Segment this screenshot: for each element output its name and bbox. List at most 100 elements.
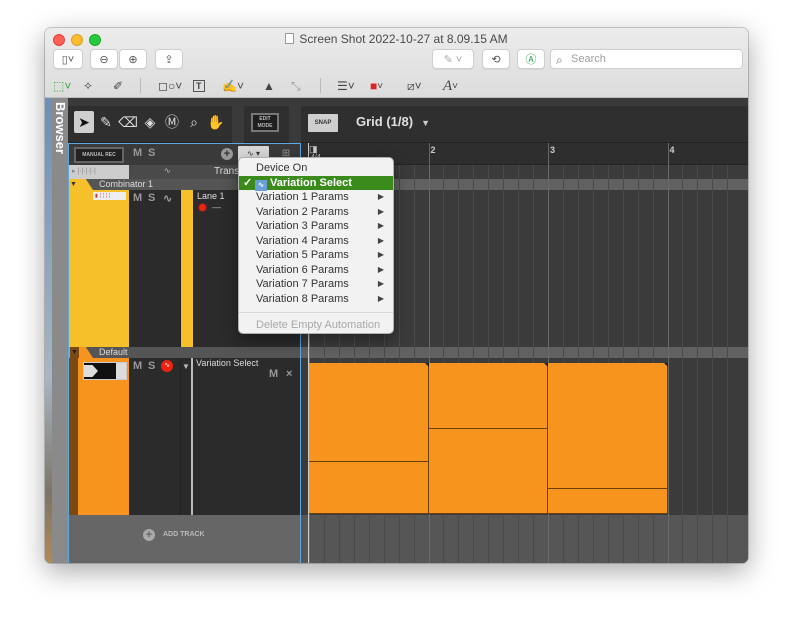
screenshot-content: Browser ➤ ✎ ⌫ ◈ Ⓜ ⌕ ✋ EDIT MODE SNAP Grid… <box>45 98 748 563</box>
grid-line <box>682 165 684 563</box>
window-title: Screen Shot 2022-10-27 at 8.09.15 AM <box>45 32 748 46</box>
menu-item-label: Variation 5 Params <box>256 249 349 261</box>
automation-clip[interactable] <box>428 363 548 514</box>
lane-mute-dash[interactable]: — <box>212 202 221 212</box>
automation-value-line[interactable] <box>309 461 428 463</box>
menu-item-variation-7-params[interactable]: Variation 7 Params ▶ <box>239 277 393 292</box>
share-button[interactable]: ⇪ <box>155 49 183 69</box>
adjust-size-tool[interactable]: ⤡ <box>291 77 301 95</box>
line-style-tool[interactable]: ☰˅ <box>337 77 355 95</box>
track-color-strip: ▮ ╎╎╎╎ <box>69 190 129 347</box>
menu-item-variation-3-params[interactable]: Variation 3 Params ▶ <box>239 219 393 234</box>
fill-color-tool[interactable]: ⧄˅ <box>407 77 422 95</box>
add-track-icon[interactable]: + <box>143 529 155 541</box>
bar-tick <box>428 143 430 165</box>
menu-item-label: Variation Select <box>270 176 352 189</box>
automation-value-line[interactable] <box>428 427 547 429</box>
track-mute-button[interactable]: M <box>133 360 142 372</box>
eraser-tool[interactable]: ⌫ <box>118 111 138 133</box>
submenu-arrow-icon: ▶ <box>377 264 384 274</box>
hand-tool[interactable]: ✋ <box>206 111 226 133</box>
track-mute-button[interactable]: M <box>133 192 142 204</box>
menu-item-device-on[interactable]: Device On <box>239 161 393 176</box>
text-tool[interactable]: T <box>193 77 205 95</box>
automation-icon[interactable]: ∿ <box>163 192 172 205</box>
bar-number: 2 <box>430 145 436 155</box>
lane[interactable]: Variation Select M × <box>195 358 300 515</box>
selection-tool[interactable]: ⬚˅ <box>53 77 71 95</box>
menu-item-label: Device On <box>256 162 308 174</box>
checkmark-icon: ✓ <box>243 176 253 189</box>
automation-value-line[interactable] <box>548 488 667 490</box>
lane-delete-button[interactable]: × <box>286 368 292 380</box>
add-lane-icon[interactable]: + <box>221 148 233 160</box>
select-tool[interactable]: ➤ <box>74 111 94 133</box>
track-solo-button[interactable]: S <box>148 192 155 204</box>
manual-rec-button[interactable]: MANUAL REC <box>74 147 124 163</box>
markup-button[interactable]: Ⓐ <box>517 49 545 69</box>
edit-mode-button[interactable]: EDIT MODE <box>251 113 279 132</box>
mute-tool[interactable]: Ⓜ <box>162 111 182 133</box>
signature-icon: ✍˅ <box>222 79 244 93</box>
razor-icon: ◈ <box>144 114 156 130</box>
mute-all-button[interactable]: M <box>133 147 142 159</box>
instant-alpha-tool[interactable]: ✧ <box>83 77 93 95</box>
menu-item-variation-6-params[interactable]: Variation 6 Params ▶ <box>239 263 393 278</box>
menu-item-variation-2-params[interactable]: Variation 2 Params ▶ <box>239 205 393 220</box>
pen-button[interactable]: ✎ ˅ <box>432 49 474 69</box>
chevron-down-icon: ▼ <box>421 118 430 128</box>
sidebar-button[interactable]: ▯˅ <box>53 49 83 69</box>
menu-item-variation-8-params[interactable]: Variation 8 Params ▶ <box>239 292 393 307</box>
sketch-tool[interactable]: ✐ <box>113 77 123 95</box>
zoom-out-button[interactable]: ⊖ <box>90 49 118 69</box>
transport-ruler: ▸ |·|·|·|·| <box>69 165 129 179</box>
pen-icon: ✎ ˅ <box>443 53 463 66</box>
grid-value: Grid (1/8) <box>356 114 414 129</box>
razor-tool[interactable]: ◈ <box>140 111 160 133</box>
shapes-tool[interactable]: ◻○˅ <box>158 77 182 95</box>
track-solo-button[interactable]: S <box>148 360 155 372</box>
grid-line <box>712 165 714 563</box>
device-name: Combinator 1 <box>99 179 154 189</box>
border-color-tool[interactable]: ■ ˅ <box>370 77 383 95</box>
browser-tab[interactable]: Browser <box>52 98 68 563</box>
menu-item-variation-5-params[interactable]: Variation 5 Params ▶ <box>239 248 393 263</box>
rotate-icon: ⟲ <box>491 53 501 66</box>
chevron-down-icon[interactable]: ▼ <box>182 362 190 371</box>
search-icon: ⌕ <box>556 53 563 67</box>
track-default[interactable]: M S ∿ ▼ Variation Select M × <box>69 358 300 515</box>
device-thumbnail: ▮ ╎╎╎╎ <box>93 192 126 200</box>
automation-clip[interactable] <box>548 363 668 514</box>
magnify-tool[interactable]: ⌕ <box>184 111 204 133</box>
automation-record-icon[interactable]: ∿ <box>161 360 173 372</box>
group-strip <box>69 358 78 515</box>
bar-tick <box>548 143 549 165</box>
search-input[interactable]: ⌕ Search <box>550 49 743 69</box>
menu-item-label: Variation 6 Params <box>256 263 349 276</box>
collapse-triangle-icon[interactable]: ▼ <box>70 347 79 358</box>
adjust-color-tool[interactable]: ▲ <box>263 77 275 95</box>
menu-item-variation-select[interactable]: ✓ ∿ Variation Select <box>239 175 393 191</box>
magnify-icon: ⌕ <box>190 114 198 130</box>
pencil-icon: ✎ <box>100 114 112 130</box>
text-style-tool[interactable]: A ˅ <box>443 77 458 95</box>
sign-tool[interactable]: ✍˅ <box>222 77 244 95</box>
menu-item-variation-4-params[interactable]: Variation 4 Params ▶ <box>239 234 393 249</box>
selection-icon: ⬚˅ <box>53 79 72 93</box>
submenu-arrow-icon: ▶ <box>377 221 384 230</box>
record-icon[interactable] <box>198 203 207 212</box>
zoom-in-button[interactable]: ⊕ <box>119 49 147 69</box>
automation-clip[interactable] <box>309 363 429 514</box>
device-header-default[interactable]: ▼ Default <box>69 347 300 358</box>
grid-select[interactable]: Grid (1/8) ▼ <box>356 114 430 129</box>
grid-line <box>727 165 729 563</box>
solo-all-button[interactable]: S <box>148 147 155 159</box>
lane-mute-button[interactable]: M <box>269 368 278 380</box>
snap-button[interactable]: SNAP <box>308 114 338 132</box>
preview-window: Screen Shot 2022-10-27 at 8.09.15 AM ▯˅ … <box>45 28 748 563</box>
menu-item-variation-1-params[interactable]: Variation 1 Params ▶ <box>239 190 393 205</box>
pencil-tool[interactable]: ✎ <box>96 111 116 133</box>
add-track-button[interactable]: ADD TRACK <box>163 531 205 538</box>
rotate-button[interactable]: ⟲ <box>482 49 510 69</box>
collapse-triangle-icon[interactable]: ▼ <box>70 179 77 190</box>
